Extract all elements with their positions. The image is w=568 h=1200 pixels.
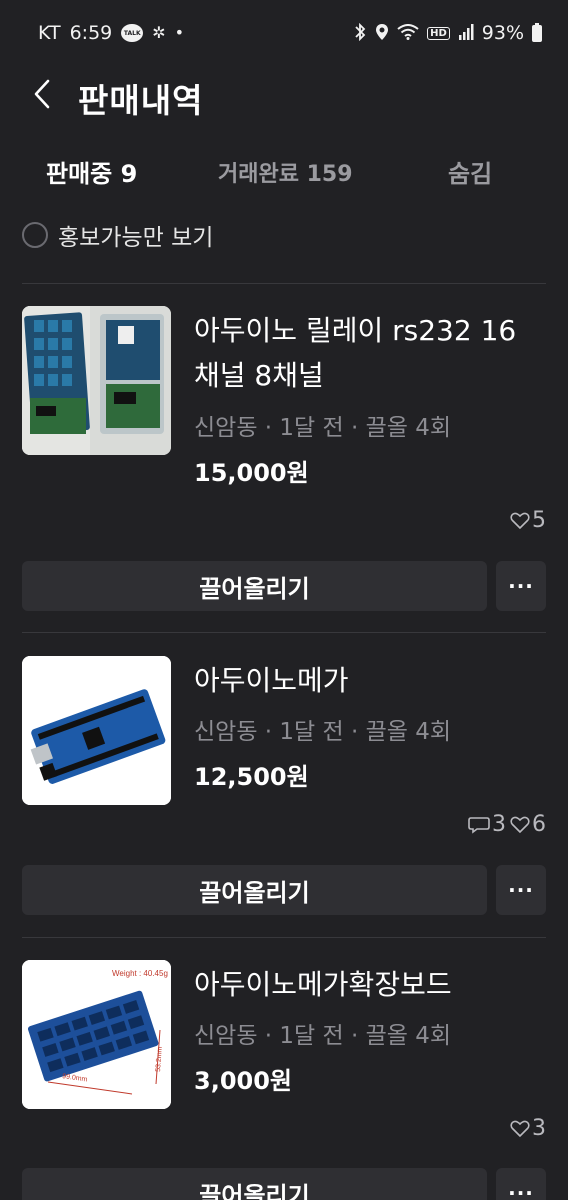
divider [22, 632, 546, 633]
status-bar: KT 6:59 TALK ✲ • HD 93% [0, 0, 568, 66]
product-thumbnail[interactable] [22, 656, 171, 805]
heart-icon [510, 816, 530, 833]
bump-button[interactable]: 끌어올리기 [22, 1168, 487, 1200]
page-title: 판매내역 [78, 81, 204, 120]
location-icon [375, 23, 389, 44]
carrier-label: KT [38, 22, 61, 44]
hd-icon: HD [427, 26, 450, 40]
share-icon: ✲ [152, 23, 166, 42]
tab-selling[interactable]: 판매중 9 [46, 154, 137, 189]
item-meta: 신암동 · 1달 전 · 끌올 4회 [194, 1023, 452, 1049]
more-options-button[interactable]: ··· [496, 561, 546, 611]
chevron-left-icon [34, 79, 50, 109]
item-meta: 신암동 · 1달 전 · 끌올 4회 [194, 719, 452, 745]
like-count: 5 [532, 508, 546, 533]
item-stats: 5 [510, 508, 546, 533]
divider [22, 283, 546, 284]
more-options-button[interactable]: ··· [496, 865, 546, 915]
signal-icon [458, 23, 474, 43]
app-header: 판매내역 [0, 66, 568, 126]
item-meta: 신암동 · 1달 전 · 끌올 4회 [194, 415, 452, 441]
like-count: 3 [532, 1116, 546, 1141]
heart-icon [510, 512, 530, 529]
chat-count: 3 [492, 812, 506, 837]
heart-icon [510, 1120, 530, 1137]
chat-bubble-icon [468, 816, 490, 834]
product-thumbnail[interactable] [22, 306, 171, 455]
item-stats: 3 [510, 1116, 546, 1141]
item-title[interactable]: 아두이노메가확장보드 [194, 962, 524, 1007]
clock: 6:59 [69, 22, 113, 44]
promo-filter-toggle[interactable]: 홍보가능만 보기 [22, 218, 213, 252]
chat-stat: 3 [468, 812, 506, 837]
status-right: HD 93% [353, 22, 542, 44]
item-title[interactable]: 아두이노메가 [194, 658, 524, 703]
wifi-icon [397, 23, 419, 43]
battery-percent: 93% [481, 22, 524, 44]
like-stat: 6 [510, 812, 546, 837]
tab-bar: 판매중 9 거래완료 159 숨김 [0, 148, 568, 198]
status-left: KT 6:59 TALK ✲ • [38, 22, 184, 44]
item-title[interactable]: 아두이노 릴레이 rs232 16채널 8채널 [194, 308, 524, 398]
item-price: 12,500원 [194, 763, 309, 791]
like-count: 6 [532, 812, 546, 837]
item-stats: 3 6 [468, 812, 546, 837]
dot-icon: • [174, 23, 185, 42]
tab-completed[interactable]: 거래완료 159 [218, 156, 353, 188]
battery-icon [532, 22, 542, 42]
divider [22, 937, 546, 938]
item-price: 15,000원 [194, 459, 309, 487]
bump-button[interactable]: 끌어올리기 [22, 561, 487, 611]
back-button[interactable] [24, 76, 60, 112]
bump-button[interactable]: 끌어올리기 [22, 865, 487, 915]
weight-label: Weight : 40.45g [112, 969, 168, 978]
tab-hidden[interactable]: 숨김 [448, 154, 492, 189]
talk-icon: TALK [121, 24, 144, 42]
filter-label: 홍보가능만 보기 [58, 225, 214, 251]
product-thumbnail[interactable]: Weight : 40.45g 99.0mm 53.2mm [22, 960, 171, 1109]
like-stat: 5 [510, 508, 546, 533]
more-options-button[interactable]: ··· [496, 1168, 546, 1200]
like-stat: 3 [510, 1116, 546, 1141]
item-price: 3,000원 [194, 1067, 292, 1095]
bluetooth-icon [353, 22, 367, 44]
radio-circle-icon[interactable] [22, 222, 48, 248]
